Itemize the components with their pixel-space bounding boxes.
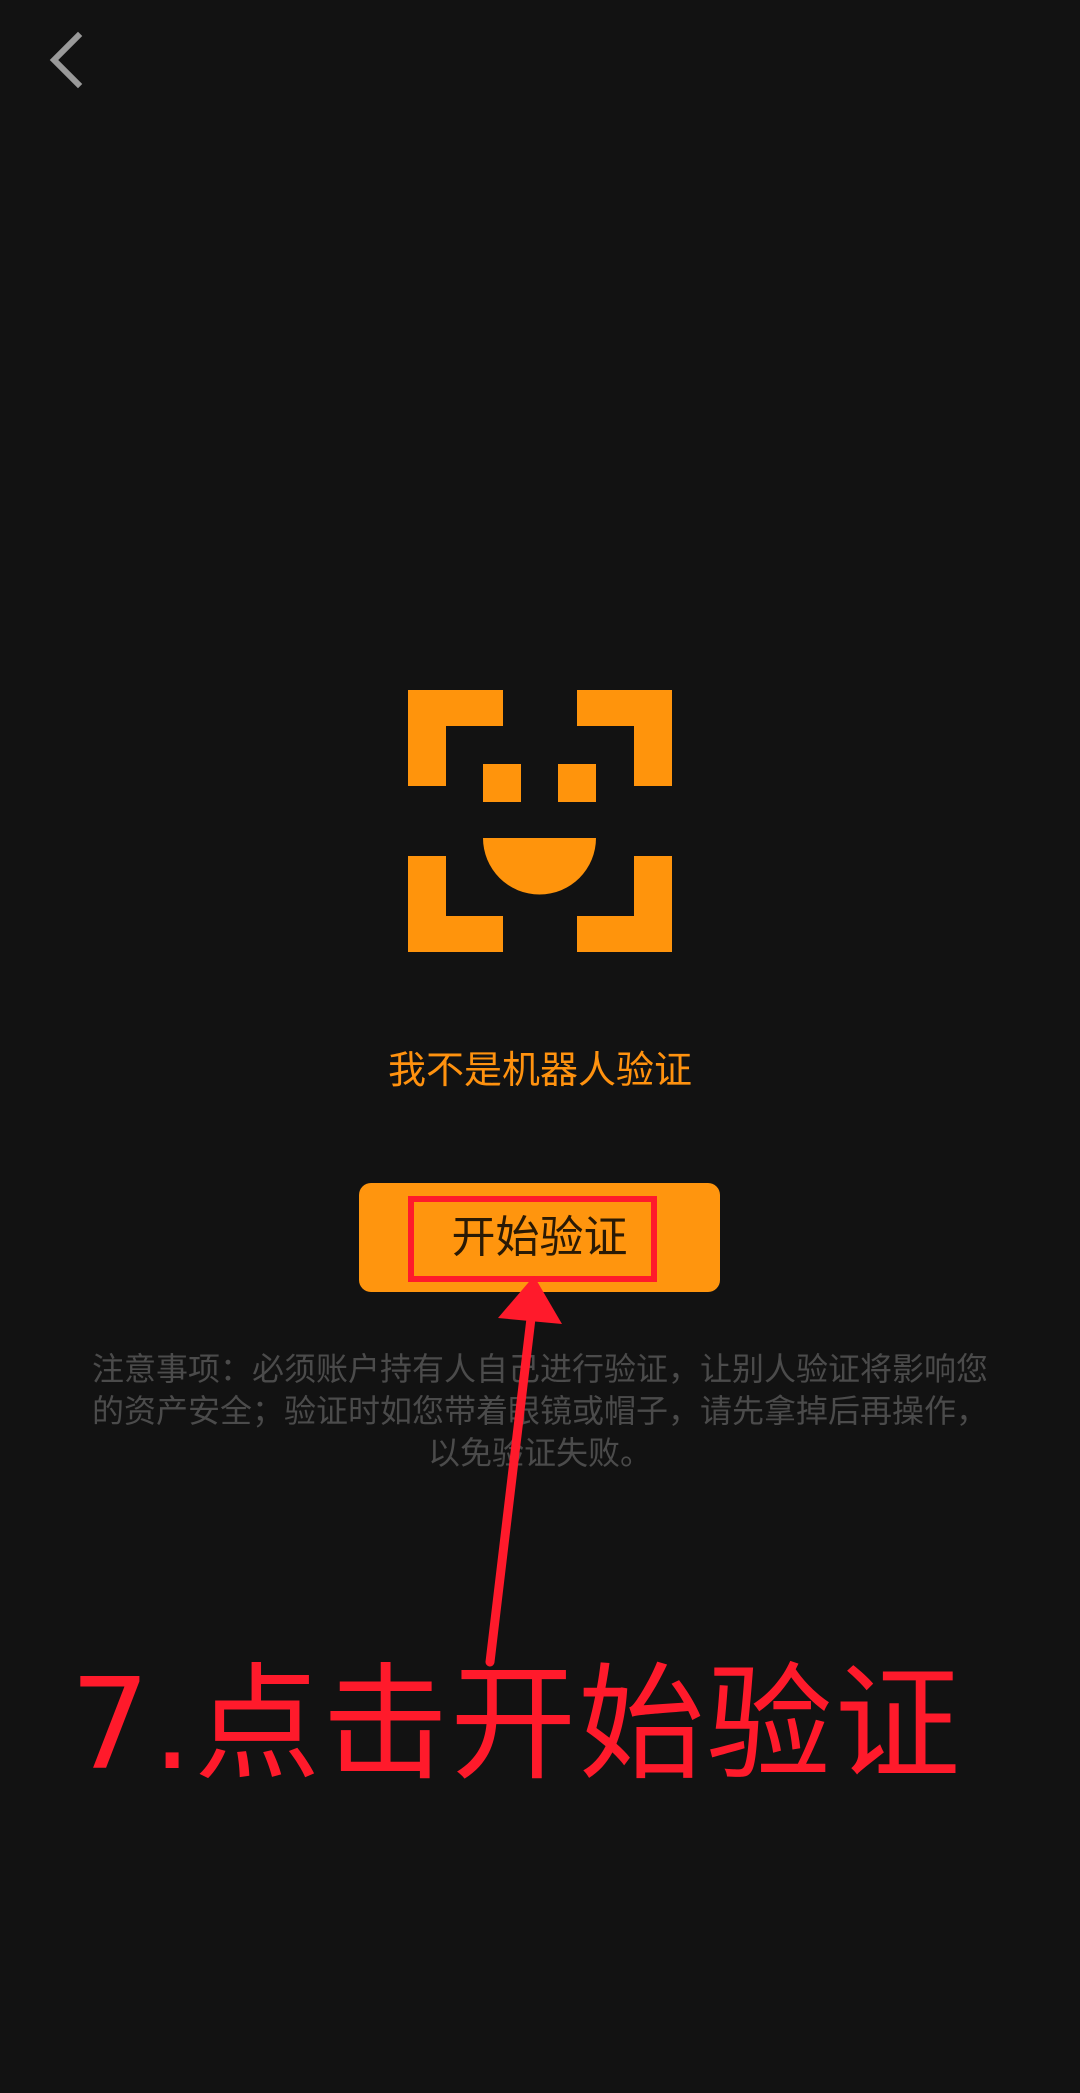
verification-notice: 注意事项：必须账户持有人自己进行验证，让别人验证将影响您的资产安全；验证时如您带… xyxy=(91,1350,988,1472)
start-verification-button[interactable]: 开始验证 xyxy=(359,1183,720,1292)
chevron-left-icon xyxy=(38,28,102,92)
verification-title: 我不是机器人验证 xyxy=(387,1048,692,1092)
face-scan-icon xyxy=(408,690,672,952)
back-button[interactable] xyxy=(38,28,102,92)
step-caption: 7.点击开始验证 xyxy=(70,1651,963,1798)
start-verification-label: 开始验证 xyxy=(451,1212,628,1263)
